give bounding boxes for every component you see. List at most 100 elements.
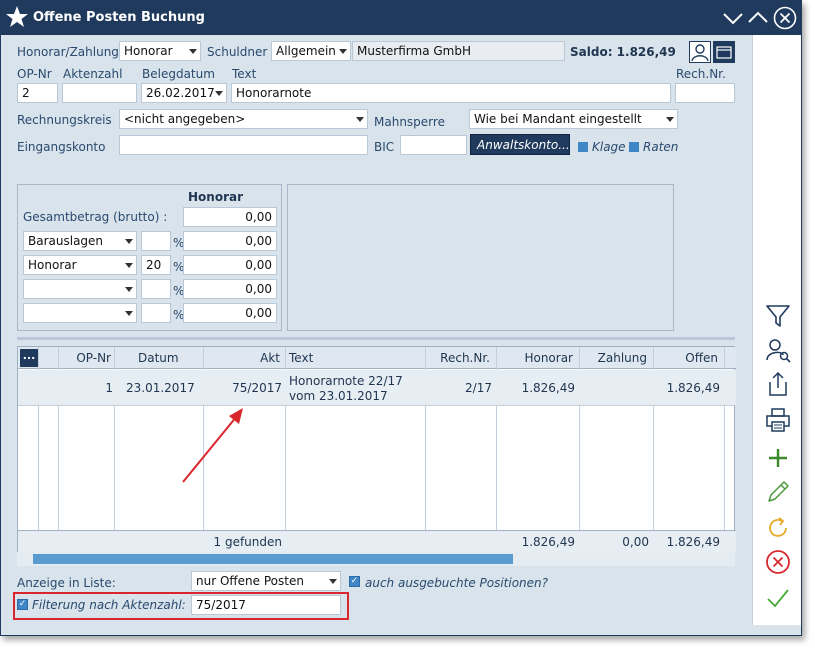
chevron-down-icon (125, 239, 133, 244)
ausgebucht-checkbox[interactable]: ✓ (349, 576, 360, 587)
amount-pct-field-2[interactable]: 20 (141, 255, 171, 275)
eingangskonto-label: Eingangskonto (17, 140, 106, 154)
chevron-down-icon (189, 49, 197, 54)
amount-type-value: Honorar (28, 258, 77, 272)
amount-value-field-4[interactable]: 0,00 (183, 303, 277, 323)
col-header-op-nr[interactable]: OP-Nr (76, 351, 111, 365)
amount-type-select-3[interactable] (23, 279, 137, 299)
table-footer: 1 gefunden 1.826,49 0,00 1.826,49 (18, 530, 736, 552)
cancel-icon[interactable] (765, 549, 791, 575)
title-bar[interactable]: Offene Posten Buchung (1, 1, 801, 35)
found-count: 1 gefunden (213, 535, 283, 549)
belegdatum-value: 26.02.2017 (146, 86, 215, 100)
empty-panel (287, 184, 674, 331)
schuldner-label: Schuldner (207, 45, 268, 59)
filter-checkbox[interactable]: ✓ (17, 599, 28, 610)
cell-honorar: 1.826,49 (521, 381, 575, 395)
person-search-icon[interactable] (765, 337, 791, 363)
honorar-zahlung-value: Honorar (124, 44, 173, 58)
col-header-text[interactable]: Text (289, 351, 313, 365)
amount-type-select-4[interactable] (23, 303, 137, 323)
op-table: ... OP-Nr Datum Akt Text Rech.Nr. Honora… (17, 346, 736, 553)
op-nr-label: OP-Nr (17, 67, 52, 81)
footer-zahlung: 0,00 (622, 535, 649, 549)
cell-datum: 23.01.2017 (126, 381, 195, 395)
star-icon (6, 6, 28, 27)
refresh-icon[interactable] (765, 515, 791, 541)
anwaltskonto-button[interactable]: Anwaltskonto... (470, 134, 570, 155)
window: Offene Posten Buchung Honorar/Zahlung Ho… (0, 0, 802, 636)
chevron-down-icon (339, 49, 347, 54)
mahnsperre-value: Wie bei Mandant eingestellt (474, 112, 642, 126)
mahnsperre-select[interactable]: Wie bei Mandant eingestellt (469, 109, 678, 129)
amount-pct-field-4[interactable] (141, 303, 171, 323)
export-icon[interactable] (765, 371, 791, 397)
raten-label: Raten (643, 140, 679, 154)
schuldner-name-field[interactable]: Musterfirma GmbH (352, 41, 565, 61)
rechnungskreis-select[interactable]: <nicht angegeben> (119, 109, 368, 129)
gesamtbetrag-label: Gesamtbetrag (brutto) : (23, 210, 168, 224)
folder-icon[interactable] (713, 41, 735, 63)
belegdatum-field[interactable]: 26.02.2017 (141, 83, 227, 103)
amount-value-field-3[interactable]: 0,00 (183, 279, 277, 299)
close-icon[interactable] (773, 6, 797, 30)
chevron-down-icon (666, 117, 674, 122)
amount-type-select-1[interactable]: Barauslagen (23, 231, 137, 251)
bic-label: BIC (374, 140, 395, 154)
filter-aktenzahl-field[interactable]: 75/2017 (191, 595, 341, 615)
col-header-rech-nr[interactable]: Rech.Nr. (440, 351, 490, 365)
ausgebucht-label: auch ausgebuchte Positionen? (365, 576, 549, 590)
rechnungskreis-label: Rechnungskreis (17, 113, 112, 127)
minimize-icon[interactable] (721, 6, 745, 30)
gesamtbetrag-field[interactable]: 0,00 (183, 207, 277, 227)
table-row[interactable]: 1 23.01.2017 75/2017 Honorarnote 22/17 v… (18, 370, 736, 406)
belegdatum-label: Belegdatum (142, 67, 215, 81)
anzeige-value: nur Offene Posten (196, 574, 304, 588)
schuldner-type-select[interactable]: Allgemein (271, 41, 351, 61)
scrollbar-thumb[interactable] (33, 554, 513, 564)
maximize-icon[interactable] (746, 6, 770, 30)
cell-akt: 75/2017 (232, 381, 282, 395)
table-menu-button[interactable]: ... (20, 349, 38, 367)
anzeige-label: Anzeige in Liste: (17, 576, 116, 590)
print-icon[interactable] (765, 407, 791, 433)
amount-value-field-1[interactable]: 0,00 (183, 231, 277, 251)
cell-offen: 1.826,49 (666, 381, 720, 395)
aktenzahl-field[interactable] (62, 83, 137, 103)
anzeige-select[interactable]: nur Offene Posten (191, 571, 341, 591)
annotation-arrow (182, 408, 243, 483)
filter-icon[interactable] (765, 303, 791, 329)
klage-checkbox[interactable] (578, 142, 588, 152)
rech-nr-label: Rech.Nr. (676, 67, 726, 81)
op-nr-field[interactable]: 2 (17, 83, 58, 103)
cell-text-line1: Honorarnote 22/17 (289, 374, 403, 388)
pencil-icon[interactable] (765, 479, 791, 505)
eingangskonto-field[interactable] (119, 135, 368, 155)
plus-icon[interactable] (765, 445, 791, 471)
col-header-offen[interactable]: Offen (685, 351, 718, 365)
honorar-zahlung-select[interactable]: Honorar (119, 41, 201, 61)
saldo-label: Saldo: 1.826,49 (570, 45, 676, 59)
col-header-datum[interactable]: Datum (138, 351, 179, 365)
horizontal-scrollbar[interactable] (17, 552, 735, 566)
raten-checkbox[interactable] (629, 142, 639, 152)
amount-pct-field-3[interactable] (141, 279, 171, 299)
rech-nr-field[interactable] (675, 83, 735, 103)
col-header-akt[interactable]: Akt (260, 351, 280, 365)
check-icon[interactable] (765, 585, 791, 611)
col-header-honorar[interactable]: Honorar (524, 351, 573, 365)
bic-field[interactable] (400, 135, 467, 155)
amount-type-select-2[interactable]: Honorar (23, 255, 137, 275)
amount-value-field-2[interactable]: 0,00 (183, 255, 277, 275)
aktenzahl-label: Aktenzahl (63, 67, 123, 81)
col-header-zahlung[interactable]: Zahlung (598, 351, 647, 365)
person-icon[interactable] (689, 41, 711, 63)
rechnungskreis-value: <nicht angegeben> (124, 112, 246, 126)
amount-pct-field-1[interactable] (141, 231, 171, 251)
mahnsperre-label: Mahnsperre (374, 115, 445, 129)
chevron-down-icon (125, 311, 133, 316)
text-field[interactable]: Honorarnote (231, 83, 671, 103)
footer-honorar: 1.826,49 (521, 535, 575, 549)
chevron-down-icon (125, 287, 133, 292)
cell-text-line2: vom 23.01.2017 (289, 389, 388, 403)
